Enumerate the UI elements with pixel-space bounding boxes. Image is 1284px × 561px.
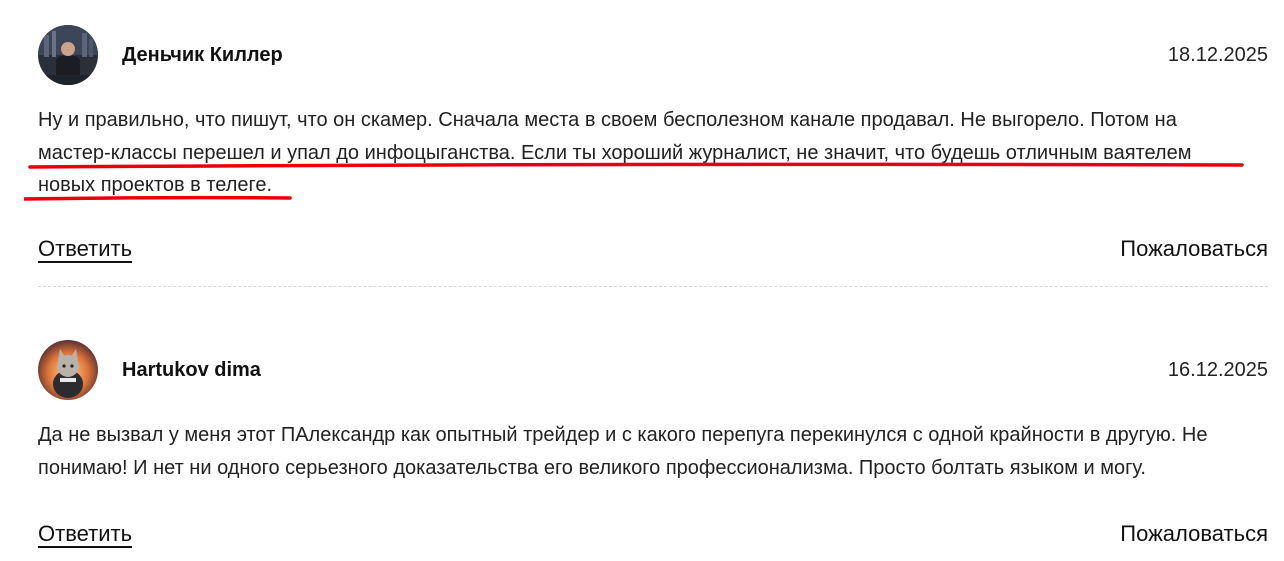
report-link[interactable]: Пожаловаться	[1120, 236, 1268, 262]
comment: Деньчик Киллер 18.12.2025 Ну и правильно…	[24, 25, 1268, 276]
comment-date: 16.12.2025	[1167, 359, 1268, 381]
reply-link[interactable]: Ответить	[38, 521, 132, 547]
comment-date: 18.12.2025	[1167, 44, 1268, 66]
comment-text: Да не вызвал у меня этот ПАлександр как …	[38, 424, 1208, 479]
comment-header: Hartukov dima 16.12.2025	[38, 340, 1268, 402]
comment-header: Деньчик Киллер 18.12.2025	[38, 25, 1268, 87]
comment: Hartukov dima 16.12.2025 Да не вызвал у …	[38, 340, 1268, 561]
comment-text: Ну и правильно, что пишут, что он скамер…	[38, 109, 1192, 196]
comment-actions: Ответить Пожаловаться	[38, 521, 1268, 561]
avatar[interactable]	[38, 340, 98, 400]
report-link[interactable]: Пожаловаться	[1120, 521, 1268, 547]
avatar[interactable]	[38, 25, 98, 85]
comment-divider	[38, 286, 1268, 287]
reply-link[interactable]: Ответить	[38, 236, 132, 262]
author-name: Деньчик Киллер	[122, 44, 283, 66]
author-name: Hartukov dima	[122, 359, 261, 381]
comment-actions: Ответить Пожаловаться	[38, 236, 1268, 276]
